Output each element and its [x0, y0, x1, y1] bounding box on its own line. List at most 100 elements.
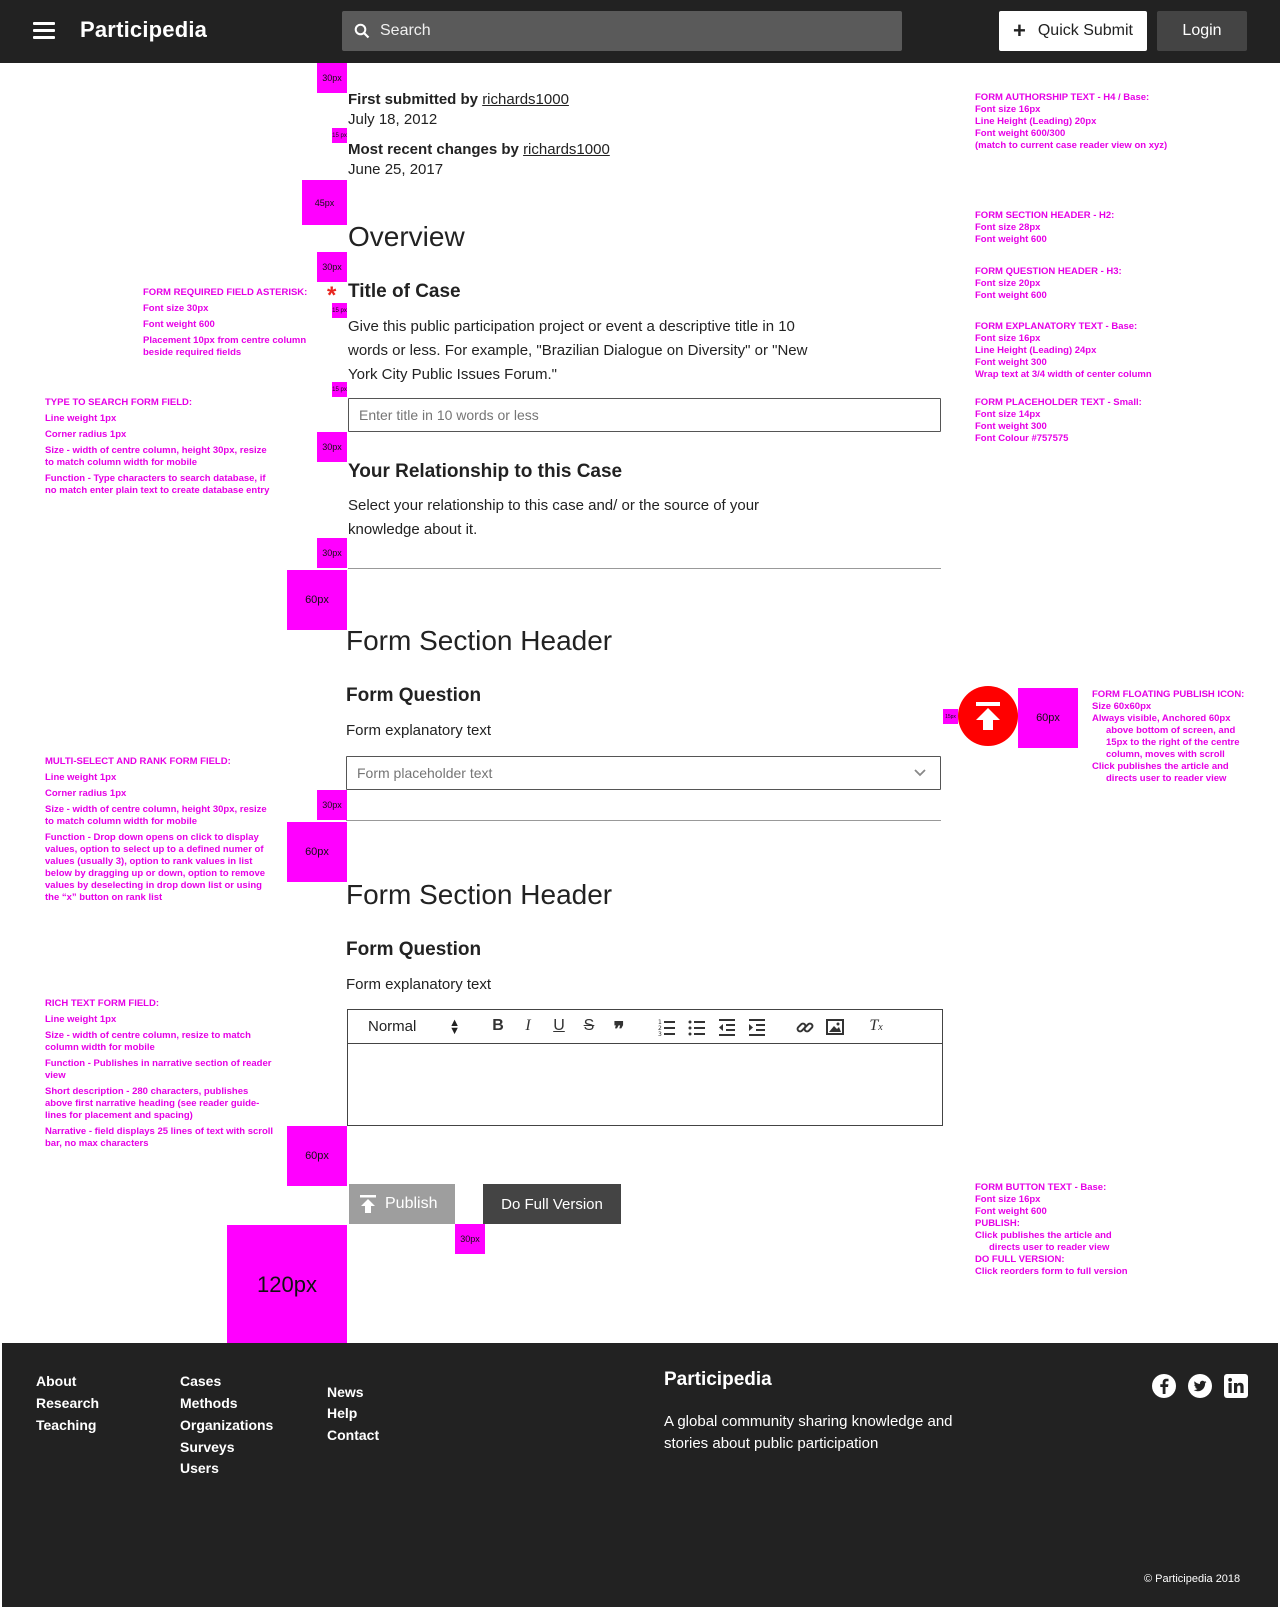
- recent-changes-user-link[interactable]: richards1000: [523, 141, 610, 158]
- footer-link-help[interactable]: Help: [327, 1405, 357, 1421]
- multi-select-field[interactable]: Form placeholder text: [346, 756, 941, 790]
- annotation-line: above bottom of screen, and: [1106, 725, 1236, 736]
- facebook-icon[interactable]: [1151, 1373, 1177, 1399]
- annotation-line: Corner radius 1px: [45, 788, 127, 799]
- annotation-line: Short description - 280 characters, publ…: [45, 1086, 249, 1097]
- footer-link-news[interactable]: News: [327, 1384, 364, 1400]
- annotation-line: DO FULL VERSION:: [975, 1254, 1065, 1265]
- spacing-marker: 60px: [1018, 688, 1078, 748]
- login-button[interactable]: Login: [1157, 11, 1247, 51]
- indent-icon[interactable]: [747, 1017, 767, 1037]
- floating-publish-button[interactable]: [958, 686, 1018, 746]
- annotation-line: Narrative - field displays 25 lines of t…: [45, 1126, 274, 1137]
- rel-expl-line: Select your relationship to this case an…: [348, 497, 760, 514]
- menu-icon[interactable]: [33, 22, 55, 40]
- annotation-line: column, moves with scroll: [1106, 749, 1225, 760]
- annotation-line: Function - Type characters to search dat…: [45, 473, 266, 484]
- search-icon: [354, 23, 370, 39]
- clear-format-icon[interactable]: Tx: [866, 1017, 886, 1037]
- search-box[interactable]: [342, 11, 902, 51]
- bullet-list-icon[interactable]: [687, 1017, 707, 1037]
- annotation-line: directs user to reader view: [989, 1242, 1110, 1253]
- footer-link-users[interactable]: Users: [180, 1460, 219, 1476]
- footer-link-contact[interactable]: Contact: [327, 1427, 379, 1443]
- rich-text-editor[interactable]: Normal ▲ ▼ B I U S ❞ 123 Tx: [347, 1009, 943, 1126]
- footer-tagline: A global community sharing knowledge and…: [664, 1413, 953, 1452]
- annotation-line: Line Height (Leading) 24px: [975, 345, 1097, 356]
- annotation-line: Corner radius 1px: [45, 429, 127, 440]
- spacing-marker: 60px: [287, 1126, 347, 1186]
- outdent-icon[interactable]: [717, 1017, 737, 1037]
- footer-link-about[interactable]: About: [36, 1373, 76, 1389]
- spacing-marker: 30px: [317, 538, 347, 568]
- twitter-icon[interactable]: [1187, 1373, 1213, 1399]
- annotation-line: Always visible, Anchored 60px: [1092, 713, 1231, 724]
- search-input[interactable]: [380, 11, 880, 51]
- footer: About Research Teaching Cases Methods Or…: [2, 1343, 1278, 1607]
- annotation-line: FORM REQUIRED FIELD ASTERISK:: [143, 287, 308, 298]
- footer-link-surveys[interactable]: Surveys: [180, 1439, 234, 1455]
- footer-link-research[interactable]: Research: [36, 1395, 99, 1411]
- annotation-line: Line weight 1px: [45, 413, 117, 424]
- annotation-floating: FORM FLOATING PUBLISH ICON: Size 60x60px…: [1092, 689, 1244, 785]
- brand-logo[interactable]: Participedia: [80, 17, 207, 43]
- annotation-placeholder: FORM PLACEHOLDER TEXT - Small: Font size…: [975, 397, 1142, 445]
- spacing-marker: 15px: [943, 709, 958, 724]
- annotation-line: 15px to the right of the centre: [1106, 737, 1240, 748]
- strikethrough-icon[interactable]: S: [579, 1017, 599, 1037]
- italic-icon[interactable]: I: [518, 1017, 538, 1037]
- ordered-list-icon[interactable]: 123: [657, 1017, 677, 1037]
- footer-link-cases[interactable]: Cases: [180, 1373, 221, 1389]
- title-input[interactable]: Enter title in 10 words or less: [348, 398, 941, 432]
- annotation-line: to match column width for mobile: [45, 816, 197, 827]
- bold-icon[interactable]: B: [488, 1017, 508, 1037]
- annotation-line: values, option to select up to a defined…: [45, 844, 264, 855]
- image-icon[interactable]: [825, 1017, 845, 1037]
- spacing-marker: 30px: [455, 1224, 485, 1254]
- spacing-marker: 30px: [317, 790, 347, 820]
- annotation-line: lines for placement and spacing): [45, 1110, 193, 1121]
- annotation-line: PUBLISH:: [975, 1218, 1020, 1229]
- annotation-line: Font size 30px: [143, 303, 209, 314]
- form-explanation: Form explanatory text: [346, 976, 492, 993]
- underline-icon[interactable]: U: [549, 1017, 569, 1037]
- rel-expl-line: knowledge about it.: [348, 521, 478, 538]
- title-expl-line: words or less. For example, "Brazilian D…: [348, 342, 808, 359]
- annotation-line: Font size 16px: [975, 1194, 1041, 1205]
- annotation-line: Line Height (Leading) 20px: [975, 116, 1097, 127]
- annotation-line: Font weight 600: [143, 319, 215, 330]
- first-submitted-user-link[interactable]: richards1000: [482, 91, 569, 108]
- annotation-line: Size - width of centre column, height 30…: [45, 445, 267, 456]
- annotation-line: FORM BUTTON TEXT - Base:: [975, 1182, 1107, 1193]
- quote-icon[interactable]: ❞: [609, 1017, 629, 1041]
- form-question: Form Question: [346, 685, 482, 706]
- annotation-line: RICH TEXT FORM FIELD:: [45, 998, 159, 1009]
- annotation-line: Font size 28px: [975, 222, 1041, 233]
- annotation-line: FORM QUESTION HEADER - H3:: [975, 266, 1122, 277]
- quick-submit-button[interactable]: + Quick Submit: [999, 11, 1147, 51]
- footer-link-teaching[interactable]: Teaching: [36, 1417, 96, 1433]
- annotation-line: Font weight 600: [975, 1206, 1047, 1217]
- publish-label: Publish: [385, 1195, 438, 1212]
- editor-toolbar: Normal ▲ ▼ B I U S ❞ 123 Tx: [348, 1010, 942, 1044]
- annotation-multi-select: MULTI-SELECT AND RANK FORM FIELD: Line w…: [45, 756, 267, 904]
- format-select[interactable]: Normal ▲ ▼: [368, 1018, 460, 1037]
- footer-link-methods[interactable]: Methods: [180, 1395, 238, 1411]
- spacing-marker: 30px: [317, 252, 347, 282]
- spacing-marker: 45px: [302, 180, 347, 225]
- publish-button[interactable]: Publish: [349, 1184, 455, 1224]
- annotation-line: MULTI-SELECT AND RANK FORM FIELD:: [45, 756, 231, 767]
- linkedin-icon[interactable]: [1223, 1373, 1249, 1399]
- annotation-line: above first narrative heading (see reade…: [45, 1098, 260, 1109]
- annotation-line: (match to current case reader view on xy…: [975, 140, 1168, 151]
- annotation-line: Font size 14px: [975, 409, 1041, 420]
- spacing-marker: 15 px: [332, 128, 347, 143]
- full-version-button[interactable]: Do Full Version: [483, 1184, 621, 1224]
- title-question: Title of Case: [348, 281, 461, 302]
- footer-brand: Participedia: [664, 1369, 772, 1390]
- footer-link-organizations[interactable]: Organizations: [180, 1417, 273, 1433]
- annotation-line: values (usually 3), option to rank value…: [45, 856, 253, 867]
- annotation-line: column width for mobile: [45, 1042, 155, 1053]
- annotation-line: Size - width of centre column, height 30…: [45, 804, 267, 815]
- link-icon[interactable]: [795, 1017, 815, 1037]
